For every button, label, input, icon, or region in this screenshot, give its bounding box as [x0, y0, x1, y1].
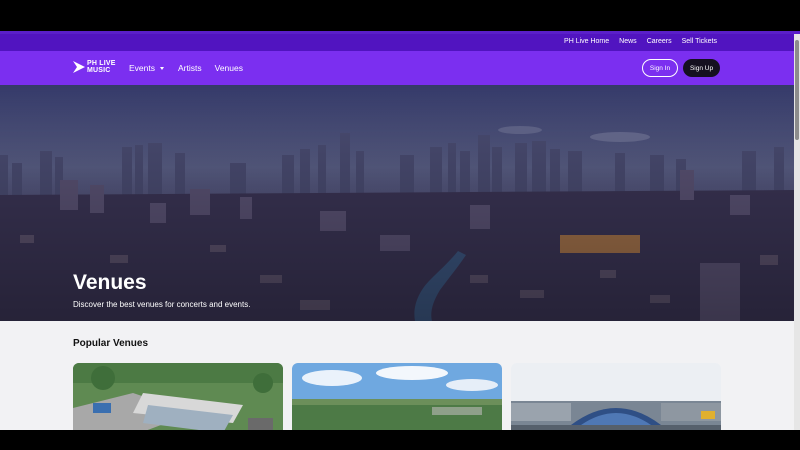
logo[interactable]: PH LIVE MUSIC — [73, 60, 116, 74]
sign-up-button[interactable]: Sign Up — [683, 59, 720, 77]
hero-banner: Venues Discover the best venues for conc… — [0, 85, 794, 321]
page-viewport: PH Live Home News Careers Sell Tickets P… — [0, 34, 794, 430]
utility-link-news[interactable]: News — [619, 38, 637, 45]
logo-line-1: PH LIVE — [87, 60, 116, 67]
venue-photo-landscape — [292, 363, 502, 430]
logo-line-2: MUSIC — [87, 67, 111, 74]
logo-text: PH LIVE MUSIC — [87, 60, 116, 74]
nav-links: Events Artists Venues — [129, 63, 243, 73]
utility-bar: PH Live Home News Careers Sell Tickets — [0, 34, 794, 51]
page-subtitle: Discover the best venues for concerts an… — [73, 300, 251, 309]
page-scrollbar[interactable] — [794, 34, 800, 430]
main-nav: PH LIVE MUSIC Events Artists Venues Sign… — [0, 51, 794, 85]
utility-link-home[interactable]: PH Live Home — [564, 38, 609, 45]
sign-in-button[interactable]: Sign In — [642, 59, 678, 77]
venue-card[interactable] — [73, 363, 283, 430]
venue-card[interactable] — [511, 363, 721, 430]
chevron-down-icon — [160, 67, 164, 70]
nav-venues[interactable]: Venues — [215, 63, 243, 73]
utility-link-sell-tickets[interactable]: Sell Tickets — [682, 38, 717, 45]
nav-events-dropdown[interactable]: Events — [129, 63, 164, 73]
window-bottom-frame — [0, 430, 800, 450]
window-top-frame — [0, 0, 800, 31]
utility-links: PH Live Home News Careers Sell Tickets — [564, 38, 717, 45]
venue-card[interactable] — [292, 363, 502, 430]
scrollbar-thumb[interactable] — [795, 40, 799, 140]
nav-artists[interactable]: Artists — [178, 63, 202, 73]
popular-venues-heading: Popular Venues — [73, 338, 149, 349]
logo-mark-icon — [73, 61, 85, 73]
venue-photo-stadium — [511, 363, 721, 430]
nav-events-label: Events — [129, 63, 155, 73]
utility-link-careers[interactable]: Careers — [647, 38, 672, 45]
page-title: Venues — [73, 271, 147, 294]
venue-photo-aerial-arena — [73, 363, 283, 430]
